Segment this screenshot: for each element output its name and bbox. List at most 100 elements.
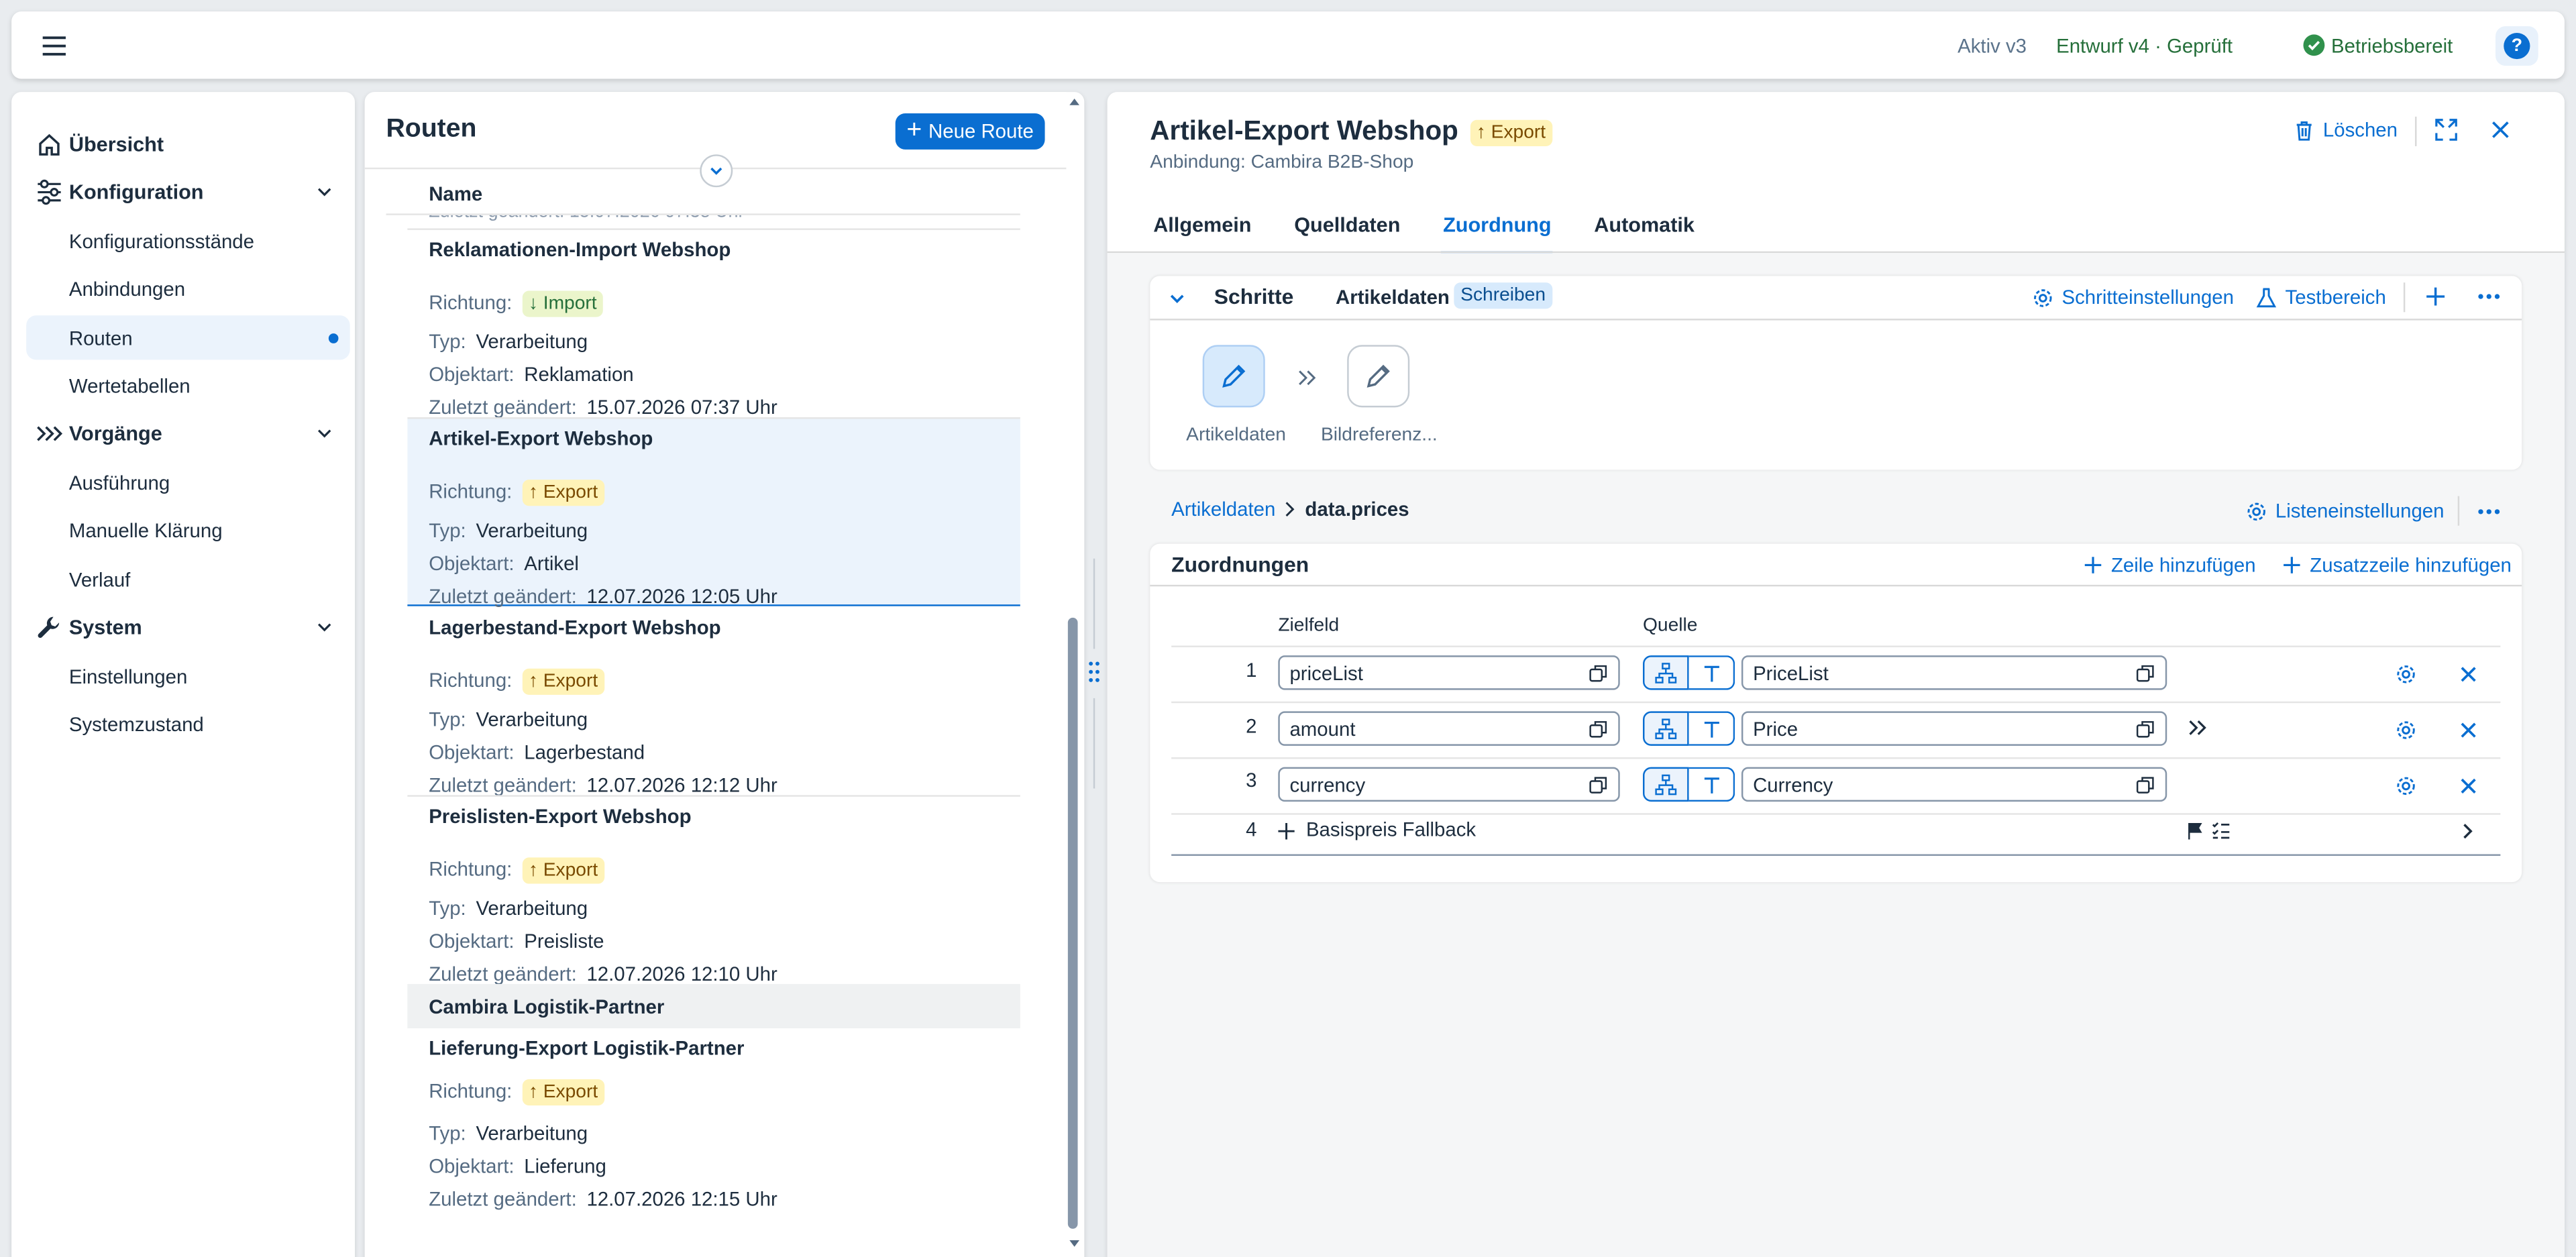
list-item[interactable]: Preislisten-Export Webshop Richtung: ↑ Ex… [407, 797, 1020, 985]
list-item[interactable]: Reklamationen-Import Webshop Richtung: ↓ … [407, 230, 1020, 419]
list-item-selected[interactable]: Artikel-Export Webshop Richtung: ↑ Export… [407, 419, 1020, 608]
nav-configuration[interactable]: Konfiguration [26, 169, 350, 213]
nav-routes[interactable]: Routen [26, 315, 350, 360]
source-field-input[interactable]: PriceList [1741, 655, 2167, 690]
add-extra-row-button[interactable]: Zusatzzeile hinzufügen [2282, 553, 2512, 577]
changed-label: Zuletzt geändert: [429, 396, 577, 419]
steps-title: Schritte [1214, 284, 1294, 309]
detail-title-text: Artikel-Export Webshop [1150, 116, 1458, 146]
row-settings-button[interactable] [2394, 662, 2416, 685]
target-field-input[interactable]: amount [1278, 711, 1620, 746]
target-field-value: amount [1289, 716, 1356, 741]
flask-icon [2256, 287, 2277, 307]
object-value: Preisliste [524, 930, 604, 953]
tab-mapping[interactable]: Zuordnung [1441, 213, 1553, 255]
collapse-steps-button[interactable] [1167, 288, 1186, 307]
nav-execution[interactable]: Ausführung [26, 460, 350, 504]
detail-subtitle: Anbindung: Cambira B2B-Shop [1150, 152, 1414, 173]
gear-icon [2396, 720, 2414, 739]
target-field-input[interactable]: currency [1278, 767, 1620, 802]
more-button[interactable] [2476, 501, 2502, 523]
nav-system-health[interactable]: Systemzustand [26, 702, 350, 746]
tab-automation[interactable]: Automatik [1594, 213, 1695, 253]
nav-config-states[interactable]: Konfigurationsstände [26, 219, 350, 263]
test-area-button[interactable]: Testbereich [2255, 286, 2386, 309]
nav-value-tables[interactable]: Wertetabellen [26, 363, 350, 407]
nav-settings[interactable]: Einstellungen [26, 654, 350, 698]
status-ready: Betriebsbereit [2303, 34, 2453, 56]
wrench-icon [36, 614, 62, 641]
direction-badge: ↑ Export [522, 668, 604, 695]
nav-system[interactable]: System [26, 604, 350, 649]
help-icon: ? [2504, 32, 2530, 58]
add-step-button[interactable] [2425, 286, 2447, 307]
direction-badge: ↓ Import [522, 290, 604, 317]
tab-source-data[interactable]: Quelldaten [1294, 213, 1400, 253]
chevron-right-icon[interactable] [2461, 823, 2475, 839]
fullscreen-button[interactable] [2434, 118, 2457, 141]
nav-connections[interactable]: Anbindungen [26, 266, 350, 311]
steps-panel: Schritte Artikeldaten Schreiben Schritte… [1150, 276, 2522, 470]
close-button[interactable] [2491, 120, 2510, 140]
scroll-up-icon [1069, 98, 1079, 105]
type-label: Typ: [429, 330, 466, 353]
panel-splitter[interactable] [1084, 558, 1104, 789]
help-button[interactable]: ? [2496, 25, 2538, 65]
step-settings-button[interactable]: Schritteinstellungen [2032, 286, 2234, 309]
delete-button[interactable]: Löschen [2294, 118, 2398, 142]
copy-icon[interactable] [1589, 663, 1608, 683]
type-value: Verarbeitung [476, 518, 588, 543]
remove-row-button[interactable] [2458, 720, 2477, 739]
add-row-button[interactable]: Zeile hinzufügen [2083, 553, 2256, 577]
collapse-header-button[interactable] [700, 154, 733, 188]
remove-row-button[interactable] [2458, 775, 2477, 795]
row-number: 2 [1246, 714, 1257, 738]
row-settings-button[interactable] [2394, 773, 2416, 796]
source-mode-text-toggle[interactable] [1688, 655, 1735, 690]
nav-label: Einstellungen [68, 664, 188, 688]
source-field-input[interactable]: Currency [1741, 767, 2167, 802]
source-mode-text-toggle[interactable] [1688, 767, 1735, 802]
list-settings-button[interactable]: Listeneinstellungen [2246, 499, 2444, 523]
copy-icon[interactable] [1589, 775, 1608, 795]
remove-row-button[interactable] [2458, 663, 2477, 683]
process-flow-icon [36, 421, 63, 447]
scrollbar-thumb[interactable] [1067, 617, 1078, 1229]
source-mode-field-toggle[interactable] [1643, 767, 1689, 802]
nav-manual-clarification[interactable]: Manuelle Klärung [26, 508, 350, 552]
route-title: Lieferung-Export Logistik-Partner [429, 1036, 745, 1060]
list-item[interactable]: Lagerbestand-Export Webshop Richtung: ↑ E… [407, 608, 1020, 796]
source-mode-field-toggle[interactable] [1643, 655, 1689, 690]
transform-button[interactable] [2188, 718, 2208, 737]
row-settings-button[interactable] [2394, 718, 2416, 741]
chevron-down-icon [315, 618, 333, 636]
menu-icon[interactable] [40, 32, 69, 61]
step-image-reference[interactable] [1347, 345, 1410, 408]
new-route-button[interactable]: + Neue Route [895, 113, 1045, 150]
route-list-scrollbar[interactable] [1067, 92, 1081, 1257]
copy-icon[interactable] [2136, 775, 2155, 795]
source-field-input[interactable]: Price [1741, 711, 2167, 746]
source-mode-field-toggle[interactable] [1643, 711, 1689, 746]
object-label: Objektart: [429, 551, 515, 576]
chevron-right-icon [1286, 502, 1295, 517]
step-article-data[interactable] [1202, 345, 1265, 408]
source-mode-text-toggle[interactable] [1688, 711, 1735, 746]
new-route-label: Neue Route [928, 119, 1034, 144]
gear-icon [2396, 664, 2414, 683]
breadcrumb-link[interactable]: Artikeldaten [1171, 498, 1275, 521]
nav-overview[interactable]: Übersicht [26, 121, 350, 166]
copy-icon[interactable] [2136, 720, 2155, 739]
copy-icon[interactable] [2136, 663, 2155, 683]
scroll-down-icon [1069, 1240, 1079, 1247]
copy-icon[interactable] [1589, 720, 1608, 739]
direction-label: Richtung: [429, 857, 513, 881]
target-field-value: priceList [1289, 661, 1363, 685]
more-button[interactable] [2476, 286, 2502, 307]
gear-icon [2396, 776, 2414, 794]
list-item[interactable]: Lieferung-Export Logistik-Partner Richtu… [407, 1028, 1020, 1215]
target-field-input[interactable]: priceList [1278, 655, 1620, 690]
nav-processes[interactable]: Vorgänge [26, 411, 350, 455]
nav-history[interactable]: Verlauf [26, 557, 350, 601]
tab-general[interactable]: Allgemein [1153, 213, 1251, 253]
